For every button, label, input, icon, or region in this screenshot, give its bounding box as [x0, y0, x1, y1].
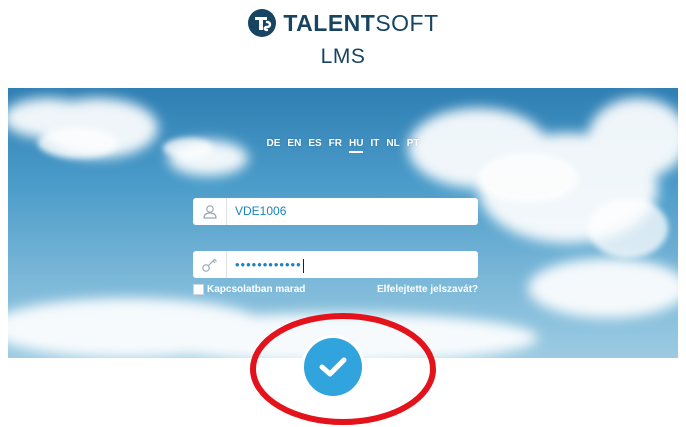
remember-me[interactable]: Kapcsolatban marad	[193, 284, 305, 295]
lang-de[interactable]: DE	[267, 138, 281, 153]
lang-pt[interactable]: PT	[407, 138, 420, 153]
login-submit-button[interactable]	[301, 335, 365, 399]
username-field[interactable]: VDE1006	[193, 198, 478, 225]
brand-logo: TALENTSOFT	[0, 8, 686, 38]
talentsoft-logo-icon	[248, 9, 277, 37]
lang-es[interactable]: ES	[308, 138, 321, 153]
checkmark-icon	[319, 357, 347, 377]
lang-nl[interactable]: NL	[386, 138, 399, 153]
forgot-password-link[interactable]: Elfelejtette jelszavát?	[377, 284, 478, 295]
remember-label: Kapcsolatban marad	[207, 284, 306, 295]
password-value: ••••••••••••	[235, 257, 302, 272]
submit-inner	[304, 338, 362, 396]
username-input[interactable]: VDE1006	[227, 198, 478, 225]
header: TALENTSOFT LMS	[0, 0, 686, 88]
logo-text: TALENTSOFT	[283, 10, 439, 36]
lang-hu[interactable]: HU	[349, 138, 364, 153]
lang-en[interactable]: EN	[287, 138, 301, 153]
key-icon	[193, 251, 227, 278]
text-caret	[302, 258, 304, 273]
language-selector: DE EN ES FR HU IT NL PT	[8, 138, 678, 153]
lang-it[interactable]: IT	[370, 138, 379, 153]
login-hero: DE EN ES FR HU IT NL PT VDE1006 ••••••••…	[8, 88, 678, 358]
product-name: LMS	[320, 45, 366, 68]
remember-checkbox[interactable]	[193, 284, 204, 295]
password-input[interactable]: ••••••••••••	[227, 251, 478, 278]
user-icon	[193, 198, 227, 225]
lang-fr[interactable]: FR	[329, 138, 342, 153]
password-field[interactable]: ••••••••••••	[193, 251, 478, 278]
